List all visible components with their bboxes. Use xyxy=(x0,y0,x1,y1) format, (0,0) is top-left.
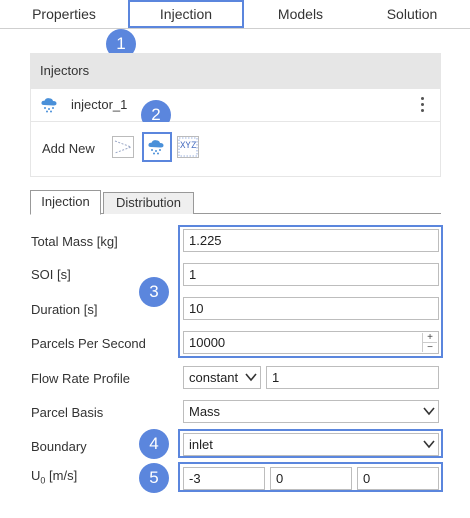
top-tab-bar: Properties Injection Models Solution xyxy=(0,0,470,29)
total-mass-label: Total Mass [kg] xyxy=(31,234,118,249)
parcels-per-second-label: Parcels Per Second xyxy=(31,336,146,351)
boundary-select[interactable]: inlet xyxy=(183,433,439,456)
tab-injection[interactable]: Injection xyxy=(128,0,244,28)
flow-rate-profile-select[interactable]: constant xyxy=(183,366,261,389)
chevron-down-icon xyxy=(423,407,435,416)
parcel-basis-label: Parcel Basis xyxy=(31,405,104,420)
parcel-basis-select[interactable]: Mass xyxy=(183,400,439,423)
add-new-label: Add New xyxy=(42,141,95,156)
parcels-per-second-value: 10000 xyxy=(189,335,226,350)
add-cone-injector-button[interactable] xyxy=(112,136,134,158)
add-new-row: Add New XYZ xyxy=(30,122,441,177)
u0-label: U0 [m/s] xyxy=(31,468,78,486)
u0-y-field[interactable]: 0 xyxy=(270,467,352,490)
chevron-down-icon xyxy=(245,373,257,382)
u0-z-field[interactable]: 0 xyxy=(357,467,439,490)
duration-label: Duration [s] xyxy=(31,302,98,317)
flow-rate-profile-label: Flow Rate Profile xyxy=(31,371,130,386)
injector-name: injector_1 xyxy=(71,97,128,112)
sub-tab-bar: Injection Distribution xyxy=(30,190,441,215)
cone-injector-icon xyxy=(114,140,133,154)
callout-badge-3: 3 xyxy=(139,277,169,307)
injector-list-item[interactable]: injector_1 xyxy=(30,89,441,122)
tab-properties[interactable]: Properties xyxy=(10,0,118,28)
total-mass-field[interactable]: 1.225 xyxy=(183,229,439,252)
decrement-icon[interactable]: − xyxy=(423,342,437,353)
flow-rate-value-field[interactable]: 1 xyxy=(266,366,439,389)
tab-models[interactable]: Models xyxy=(248,0,353,28)
soi-label: SOI [s] xyxy=(31,267,71,282)
chevron-down-icon xyxy=(423,440,435,449)
spray-cloud-icon xyxy=(148,140,164,155)
parcels-per-second-field[interactable]: 10000 + − xyxy=(183,331,439,354)
soi-field[interactable]: 1 xyxy=(183,263,439,286)
tab-distribution[interactable]: Distribution xyxy=(103,192,194,214)
spray-cloud-icon xyxy=(40,97,58,113)
xyz-label: XYZ xyxy=(180,141,197,151)
injectors-header: Injectors xyxy=(30,53,441,89)
callout-badge-4: 4 xyxy=(139,429,169,459)
tab-injection-sub[interactable]: Injection xyxy=(30,190,101,215)
tab-solution[interactable]: Solution xyxy=(358,0,466,28)
boundary-label: Boundary xyxy=(31,439,87,454)
duration-field[interactable]: 10 xyxy=(183,297,439,320)
callout-badge-5: 5 xyxy=(139,463,169,493)
boundary-selected: inlet xyxy=(189,437,213,452)
flow-rate-profile-selected: constant xyxy=(189,370,239,385)
add-spray-injector-button[interactable] xyxy=(142,132,172,162)
add-xyz-injector-button[interactable]: XYZ xyxy=(177,136,199,158)
increment-icon[interactable]: + xyxy=(423,333,437,343)
u0-x-field[interactable]: -3 xyxy=(183,467,265,490)
parcels-stepper[interactable]: + − xyxy=(422,333,437,353)
more-options-icon[interactable] xyxy=(420,97,426,113)
parcel-basis-selected: Mass xyxy=(189,404,221,419)
